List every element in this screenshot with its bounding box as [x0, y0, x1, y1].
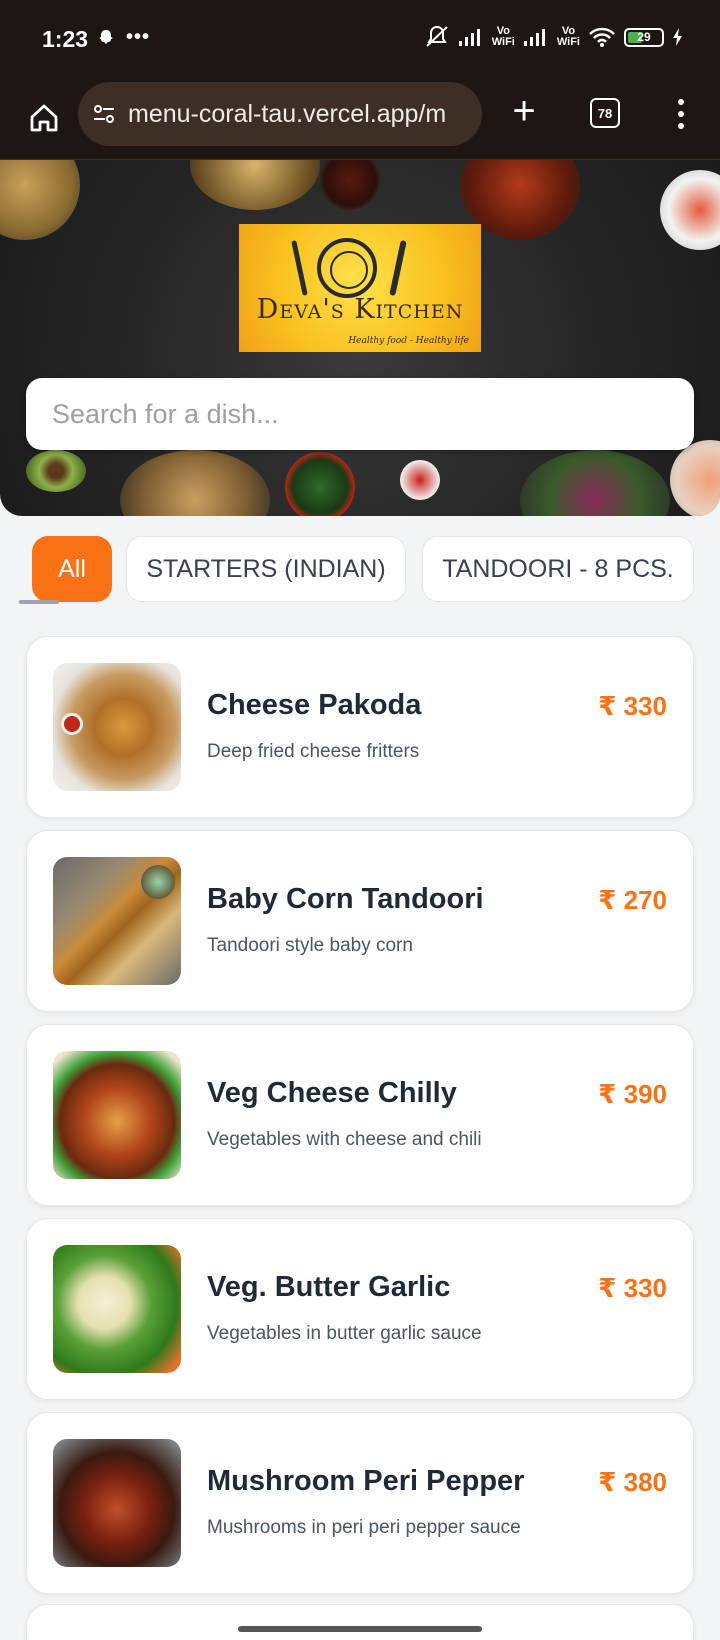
plate-icon	[317, 238, 377, 298]
site-settings-icon[interactable]	[92, 102, 116, 126]
menu-item-card[interactable]: Veg Cheese Chilly Vegetables with cheese…	[26, 1024, 694, 1206]
dish-image	[53, 1245, 181, 1373]
charging-icon	[673, 28, 682, 46]
dish-name: Mushroom Peri Pepper	[207, 1465, 525, 1497]
decorative-plate	[400, 460, 440, 500]
dish-price: ₹ 330	[598, 691, 667, 721]
menu-item-card-partial[interactable]	[26, 1604, 694, 1640]
address-bar[interactable]: menu-coral-tau.vercel.app/m	[78, 82, 482, 146]
restaurant-logo: Deva's Kitchen Healthy food - Healthy li…	[239, 224, 481, 352]
home-button[interactable]	[20, 94, 68, 142]
hero-banner: Deva's Kitchen Healthy food - Healthy li…	[0, 160, 720, 516]
url-text: menu-coral-tau.vercel.app/m	[128, 99, 447, 128]
vowifi-label-1: Vo WiFi	[491, 25, 515, 48]
category-scroll-indicator[interactable]	[19, 600, 59, 604]
home-icon	[30, 104, 58, 132]
category-pill-all[interactable]: All	[32, 536, 112, 602]
wifi-icon	[589, 27, 615, 47]
decorative-plate	[120, 450, 270, 516]
new-tab-button[interactable]: +	[500, 88, 548, 136]
browser-toolbar: menu-coral-tau.vercel.app/m + 78	[0, 78, 720, 160]
logo-title: Deva's Kitchen	[256, 294, 464, 325]
dish-image	[53, 1439, 181, 1567]
more-notifications-icon: •••	[126, 26, 151, 48]
search-box	[26, 378, 694, 450]
dish-image	[53, 663, 181, 791]
dish-description: Vegetables in butter garlic sauce	[207, 1323, 482, 1344]
dish-price: ₹ 330	[598, 1273, 667, 1303]
knife-icon	[389, 239, 407, 297]
menu-item-card[interactable]: Cheese Pakoda Deep fried cheese fritters…	[26, 636, 694, 818]
menu-item-card[interactable]: Veg. Butter Garlic Vegetables in butter …	[26, 1218, 694, 1400]
decorative-plate	[670, 440, 720, 516]
category-pill-starters-indian[interactable]: STARTERS (INDIAN)	[126, 536, 406, 602]
dish-description: Vegetables with cheese and chili	[207, 1129, 482, 1150]
decorative-plate	[26, 450, 86, 492]
decorative-plate	[0, 160, 80, 240]
decorative-plate	[320, 160, 380, 210]
dish-name: Veg Cheese Chilly	[207, 1077, 457, 1109]
dish-price: ₹ 390	[598, 1079, 667, 1109]
signal-icon	[458, 29, 480, 46]
dish-price: ₹ 270	[598, 885, 667, 915]
dish-price: ₹ 380	[598, 1467, 667, 1497]
search-input[interactable]	[26, 378, 694, 450]
dish-description: Tandoori style baby corn	[207, 935, 413, 956]
dish-image	[53, 1051, 181, 1179]
mute-icon	[426, 25, 448, 47]
dish-name: Baby Corn Tandoori	[207, 883, 484, 915]
decorative-plate	[520, 450, 670, 516]
menu-item-card[interactable]: Baby Corn Tandoori Tandoori style baby c…	[26, 830, 694, 1012]
decorative-plate	[660, 170, 720, 250]
browser-menu-button[interactable]	[668, 92, 694, 136]
dish-name: Veg. Butter Garlic	[207, 1271, 451, 1303]
gesture-home-indicator[interactable]	[238, 1626, 482, 1632]
signal-icon-2	[523, 29, 545, 46]
category-filter-bar: All STARTERS (INDIAN) TANDOORI - 8 PCS.	[0, 536, 720, 602]
tab-switcher-button[interactable]: 78	[590, 98, 620, 128]
decorative-plate	[190, 160, 320, 210]
dish-name: Cheese Pakoda	[207, 689, 422, 721]
notification-icons: •••	[96, 26, 150, 49]
dish-image	[53, 857, 181, 985]
decorative-plate	[285, 452, 355, 516]
menu-item-card[interactable]: Mushroom Peri Pepper Mushrooms in peri p…	[26, 1412, 694, 1594]
category-pill-tandoori[interactable]: TANDOORI - 8 PCS.	[422, 536, 694, 602]
vowifi-label-2: Vo WiFi	[556, 25, 580, 48]
status-bar: 1:23 ••• Vo WiFi Vo WiFi 29	[0, 0, 720, 78]
battery-icon: 29	[624, 27, 664, 47]
fork-icon	[291, 240, 308, 296]
snapchat-icon	[99, 29, 113, 44]
dish-description: Deep fried cheese fritters	[207, 741, 420, 762]
status-time: 1:23	[42, 26, 89, 52]
dish-description: Mushrooms in peri peri pepper sauce	[207, 1517, 521, 1538]
system-indicators: Vo WiFi Vo WiFi 29	[424, 24, 684, 50]
logo-tagline: Healthy food - Healthy life	[348, 336, 469, 346]
